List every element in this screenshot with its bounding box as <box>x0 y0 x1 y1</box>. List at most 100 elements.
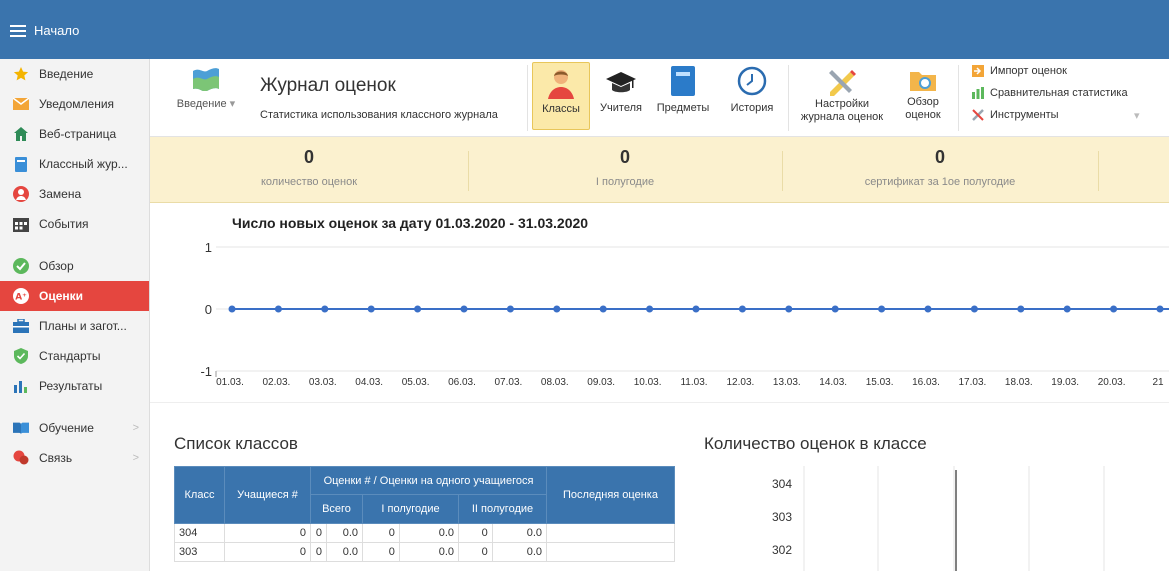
x-tick-label: 07.03. <box>494 377 522 388</box>
x-tick-label: 02.03. <box>262 377 290 388</box>
cell-h2-count: 0 <box>458 542 493 562</box>
journal-settings-label-2: журнала оценок <box>800 111 884 123</box>
cell-h1-count: 0 <box>362 542 400 562</box>
stat-label: I полугодие <box>595 176 655 188</box>
grades-line-chart: Число новых оценок за дату 01.03.2020 - … <box>150 203 1169 403</box>
x-tick-label: 16.03. <box>912 377 940 388</box>
journal-settings-button[interactable]: Настройки журнала оценок <box>794 64 890 134</box>
grades-icon: A⁺ <box>13 288 29 304</box>
history-label: История <box>730 102 774 114</box>
envelope-icon <box>13 96 29 112</box>
stat-value: 0 <box>934 147 945 167</box>
category-label: 303 <box>772 510 792 524</box>
sidebar-item-label: Стандарты <box>39 349 101 363</box>
chevron-right-icon: > <box>132 452 139 464</box>
sidebar-item-learning[interactable]: Обучение > <box>0 413 149 443</box>
cell-h1-count: 0 <box>362 523 400 543</box>
sidebar-item-intro[interactable]: Введение <box>0 59 149 89</box>
col-total[interactable]: Всего <box>310 494 363 524</box>
cell-h2-avg: 0.0 <box>491 523 548 543</box>
notebook-icon <box>671 66 695 96</box>
sidebar-item-label: Результаты <box>39 379 103 393</box>
sidebar-item-label: События <box>39 217 89 231</box>
comparative-stats-tool[interactable]: Сравнительная статистика <box>972 87 1128 99</box>
sidebar-item-webpage[interactable]: Веб-страница <box>0 119 149 149</box>
col-students[interactable]: Учащиеся # <box>224 466 311 524</box>
import-icon <box>972 65 984 77</box>
sidebar-item-grades[interactable]: A⁺ Оценки <box>0 281 149 311</box>
teachers-button[interactable]: Учителя <box>594 66 648 132</box>
data-point <box>831 305 839 313</box>
instruments-dropdown[interactable]: Инструменты ▾ <box>972 109 1162 122</box>
cell-total-avg: 0.0 <box>326 523 363 543</box>
category-label: 302 <box>772 543 792 557</box>
data-point <box>321 305 329 313</box>
data-point <box>646 305 654 313</box>
class-counts-chart: 304 303 302 <box>704 466 1169 571</box>
sidebar-item-events[interactable]: События <box>0 209 149 239</box>
col-half1[interactable]: I полугодие <box>362 494 459 524</box>
stat-value: 0 <box>619 147 630 167</box>
category-label: 304 <box>772 477 792 491</box>
x-tick-label: 15.03. <box>866 377 894 388</box>
col-class[interactable]: Класс <box>174 466 225 524</box>
x-tick-label: 13.03. <box>773 377 801 388</box>
import-grades-tool[interactable]: Импорт оценок <box>972 65 1067 77</box>
sidebar-item-substitution[interactable]: Замена <box>0 179 149 209</box>
sidebar-item-label: Связь <box>39 451 73 465</box>
data-point <box>785 305 793 313</box>
intro-dropdown-button[interactable]: Введение ▾ <box>174 65 238 133</box>
cell-class: 304 <box>174 523 225 543</box>
table-row[interactable]: 304 0 0 0.0 0 0.0 0 0.0 <box>174 523 675 543</box>
data-point <box>274 305 282 313</box>
class-counts-svg: 304 303 302 <box>772 466 1105 571</box>
page-title: Журнал оценок <box>260 75 396 96</box>
sidebar-item-overview[interactable]: Обзор <box>0 251 149 281</box>
students-icon <box>548 70 574 99</box>
grades-overview-button[interactable]: Обзор оценок <box>894 66 952 134</box>
x-tick-label: 14.03. <box>819 377 847 388</box>
sidebar-item-plans[interactable]: Планы и загот... <box>0 311 149 341</box>
chevron-right-icon: > <box>132 422 139 434</box>
col-half2[interactable]: II полугодие <box>458 494 547 524</box>
classes-label: Классы <box>542 103 580 115</box>
open-book-icon <box>13 420 29 436</box>
cell-h1-avg: 0.0 <box>398 542 460 562</box>
subjects-button[interactable]: Предметы <box>650 66 716 132</box>
table-row[interactable]: 303 0 0 0.0 0 0.0 0 0.0 <box>174 542 675 562</box>
data-point <box>1017 305 1025 313</box>
y-tick-label: 1 <box>205 240 212 255</box>
stat-grade-count: 0 количество оценок <box>150 137 468 203</box>
home-icon <box>13 126 29 142</box>
sidebar-item-label: Введение <box>39 67 94 81</box>
classes-button[interactable]: Классы <box>532 62 590 130</box>
wrench-icon <box>972 109 984 121</box>
line-chart-svg: Число новых оценок за дату 01.03.2020 - … <box>200 215 1169 388</box>
sidebar-item-results[interactable]: Результаты <box>0 371 149 401</box>
check-circle-icon <box>13 258 29 274</box>
x-tick-label: 12.03. <box>726 377 754 388</box>
sidebar-item-class-journal[interactable]: Классный жур... <box>0 149 149 179</box>
y-tick-label: -1 <box>200 364 212 379</box>
start-menu-button[interactable]: Начало <box>10 23 79 38</box>
sidebar-item-communication[interactable]: Связь > <box>0 443 149 473</box>
book-icon <box>13 156 29 172</box>
chat-icon <box>13 450 29 466</box>
page-subtitle: Статистика использования классного журна… <box>260 109 498 121</box>
col-last-grade[interactable]: Последняя оценка <box>546 466 675 524</box>
cell-total-avg: 0.0 <box>326 542 363 562</box>
sidebar-item-label: Обучение <box>39 421 94 435</box>
sidebar-item-label: Веб-страница <box>39 127 117 141</box>
history-button[interactable]: История <box>722 66 782 132</box>
data-point <box>692 305 700 313</box>
sidebar-item-notifications[interactable]: Уведомления <box>0 89 149 119</box>
journal-settings-label-1: Настройки <box>815 98 869 110</box>
instruments-label: Инструменты <box>990 109 1059 121</box>
sidebar-item-standards[interactable]: Стандарты <box>0 341 149 371</box>
x-tick-label: 17.03. <box>958 377 986 388</box>
x-tick-label: 18.03. <box>1005 377 1033 388</box>
x-tick-label: 08.03. <box>541 377 569 388</box>
sidebar: Введение Уведомления Веб-страница Классн… <box>0 59 150 571</box>
cell-students: 0 <box>224 523 311 543</box>
clock-icon <box>737 66 767 96</box>
